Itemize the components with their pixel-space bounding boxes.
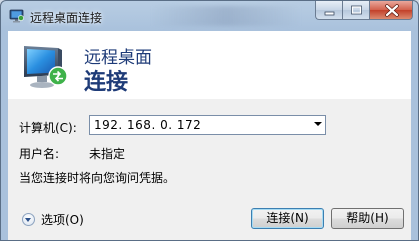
window-title: 远程桌面连接 <box>30 11 103 25</box>
connection-form: 计算机(C): 192. 168. 0. 172 用户名: 未指定 当您连接时将… <box>8 99 411 202</box>
remote-desktop-monitor-icon <box>24 46 68 88</box>
maximize-icon <box>351 5 362 15</box>
remote-desktop-icon <box>9 9 24 23</box>
computer-combobox[interactable]: 192. 168. 0. 172 <box>89 115 326 135</box>
dialog-footer: 选项(O) 连接(N) 帮助(H) <box>8 202 411 240</box>
close-button[interactable] <box>369 1 413 20</box>
banner-title-line2: 连接 <box>84 70 129 95</box>
remote-desktop-window: 远程桌面连接 远程桌面 连接 计算机(C): 192. 168. 0. 172 … <box>0 0 419 241</box>
dropdown-arrow-icon[interactable] <box>314 122 322 126</box>
title-bar[interactable]: 远程桌面连接 <box>1 1 418 31</box>
titlebar-background-blur <box>151 6 301 26</box>
username-value: 未指定 <box>89 147 126 161</box>
footer-divider <box>8 202 411 203</box>
connect-button[interactable]: 连接(N) <box>251 208 324 229</box>
options-label[interactable]: 选项(O) <box>41 211 84 228</box>
maximize-button[interactable] <box>342 1 369 20</box>
banner: 远程桌面 连接 <box>8 31 411 100</box>
credentials-prompt: 当您连接时将向您询问凭据。 <box>19 171 176 185</box>
minimize-button[interactable] <box>315 1 342 20</box>
username-label: 用户名: <box>19 147 60 161</box>
computer-label: 计算机(C): <box>19 121 77 135</box>
minimize-icon <box>324 11 335 16</box>
options-toggle[interactable]: 选项(O) <box>22 211 84 227</box>
help-button[interactable]: 帮助(H) <box>331 208 404 229</box>
close-icon <box>385 4 399 17</box>
chevron-down-icon[interactable] <box>22 212 35 226</box>
computer-value[interactable]: 192. 168. 0. 172 <box>94 118 201 132</box>
caption-buttons <box>315 1 413 21</box>
